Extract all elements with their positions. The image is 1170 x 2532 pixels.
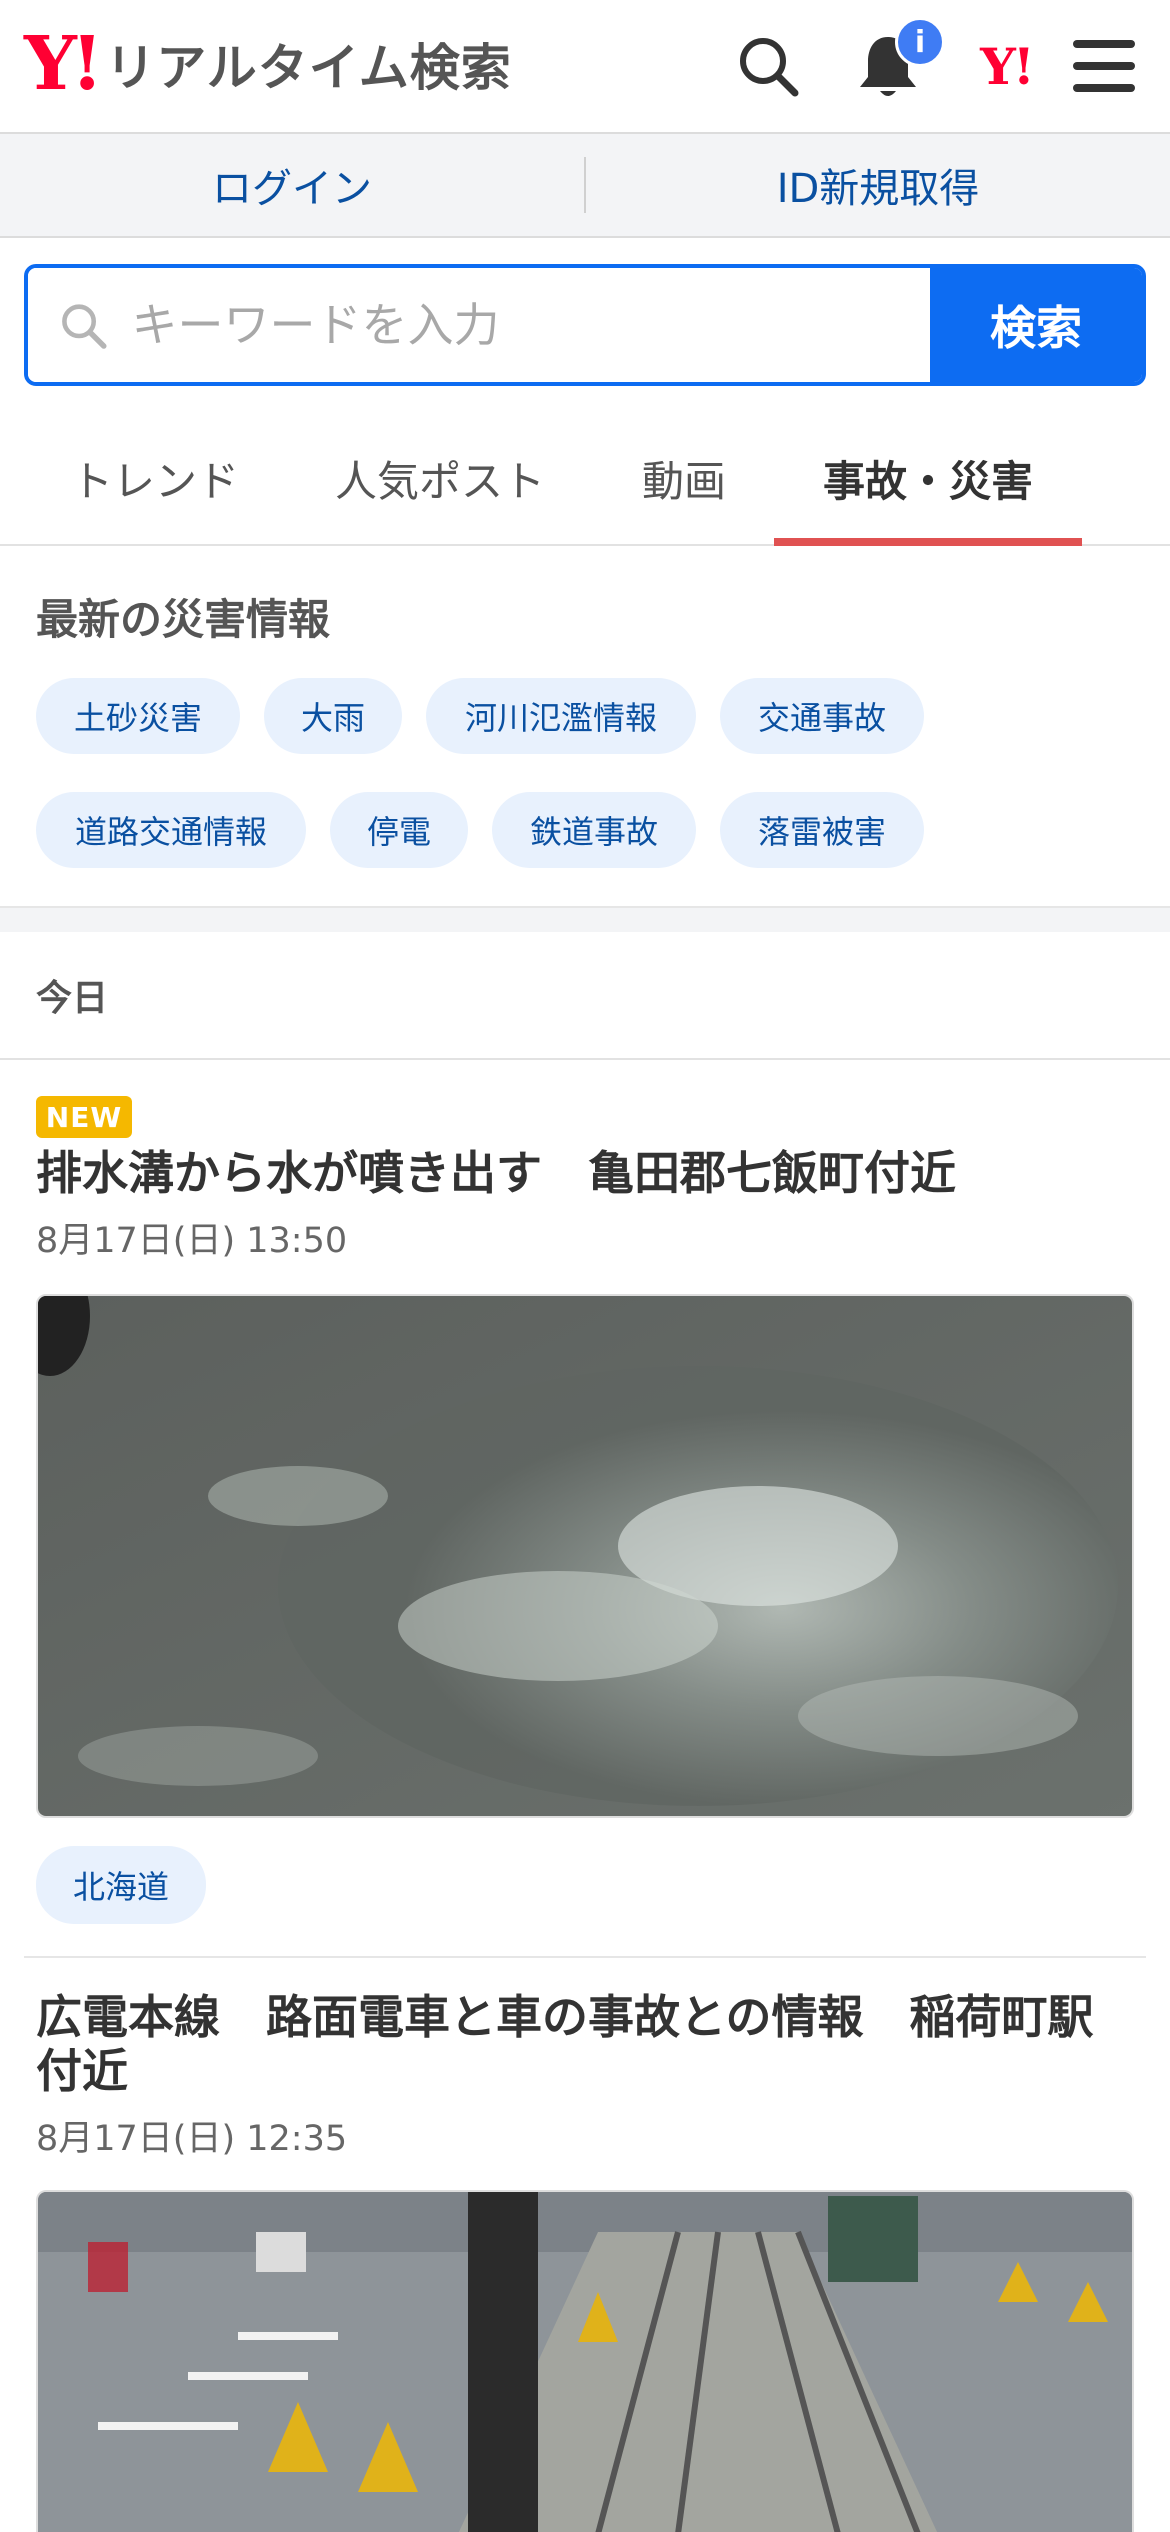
disaster-info-title: 最新の災害情報 xyxy=(36,595,331,644)
article-timestamp: 8月17日(日) 13:50 xyxy=(36,1221,348,1261)
water-surface-image xyxy=(38,1296,1132,1816)
article-timestamp: 8月17日(日) 12:35 xyxy=(36,2119,348,2159)
chip-road-traffic[interactable]: 道路交通情報 xyxy=(36,792,306,868)
chip-heavy-rain[interactable]: 大雨 xyxy=(264,678,402,754)
chip-lightning-damage[interactable]: 落雷被害 xyxy=(720,792,924,868)
search-button[interactable]: 検索 xyxy=(930,268,1142,382)
chip-railway-accident[interactable]: 鉄道事故 xyxy=(492,792,696,868)
search-field xyxy=(28,268,930,382)
date-section-header: 今日 xyxy=(0,932,1170,1060)
login-link[interactable]: ログイン xyxy=(0,156,584,214)
app-header: Y! リアルタイム検索 i Y! xyxy=(0,0,1170,134)
new-badge: NEW xyxy=(36,1096,132,1138)
article-image-water-spout[interactable] xyxy=(36,1294,1134,1818)
chip-traffic-accident[interactable]: 交通事故 xyxy=(720,678,924,754)
tab-popular-posts[interactable]: 人気ポスト xyxy=(316,410,564,546)
hamburger-menu-icon[interactable] xyxy=(1064,26,1144,106)
article-title[interactable]: 排水溝から水が噴き出す 亀田郡七飯町付近 xyxy=(36,1146,1136,1200)
logo-text: リアルタイム検索 xyxy=(105,39,512,97)
yahoo-icon-text: Y! xyxy=(980,36,1035,96)
region-chip-hokkaido[interactable]: 北海道 xyxy=(36,1846,206,1924)
disaster-info-section: 最新の災害情報 土砂災害 大雨 河川氾濫情報 交通事故 道路交通情報 停電 鉄道… xyxy=(0,548,1170,906)
yahoo-icon[interactable]: Y! xyxy=(966,26,1046,106)
chip-landslide[interactable]: 土砂災害 xyxy=(36,678,240,754)
chip-river-flood[interactable]: 河川氾濫情報 xyxy=(426,678,696,754)
yahoo-realtime-logo[interactable]: Y! リアルタイム検索 xyxy=(24,21,512,107)
account-bar: ログイン ID新規取得 xyxy=(0,134,1170,238)
register-link[interactable]: ID新規取得 xyxy=(586,156,1170,214)
search-input[interactable] xyxy=(131,298,930,352)
active-tab-indicator xyxy=(774,538,1082,546)
tab-video[interactable]: 動画 xyxy=(610,410,758,546)
section-gap xyxy=(0,906,1170,932)
tab-trend[interactable]: トレンド xyxy=(36,410,274,546)
article-divider xyxy=(24,1956,1146,1958)
chip-power-outage[interactable]: 停電 xyxy=(330,792,468,868)
search-box: 検索 xyxy=(24,264,1146,386)
article-title[interactable]: 広電本線 路面電車と車の事故との情報 稲荷町駅付近 xyxy=(36,1990,1136,2098)
logo-mark: Y! xyxy=(24,21,103,107)
tram-street-image xyxy=(38,2192,1132,2532)
search-field-icon xyxy=(62,304,107,349)
notification-badge: i xyxy=(895,17,945,67)
search-icon[interactable] xyxy=(728,26,808,106)
tab-accident-disaster[interactable]: 事故・災害 xyxy=(774,410,1082,546)
category-tabs: トレンド 人気ポスト 動画 事故・災害 xyxy=(0,410,1170,546)
article-image-tram-street[interactable] xyxy=(36,2190,1134,2532)
